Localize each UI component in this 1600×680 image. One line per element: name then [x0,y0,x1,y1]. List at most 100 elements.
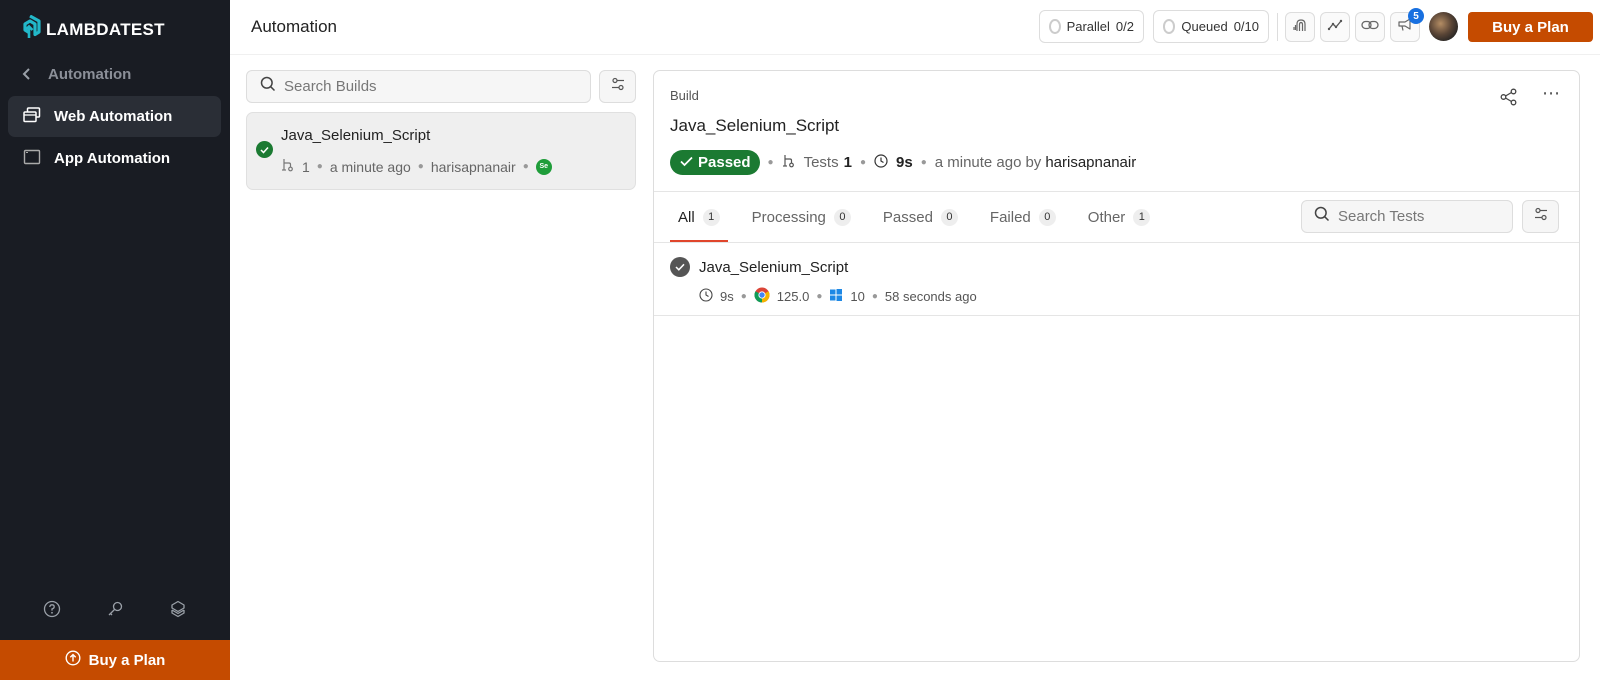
buy-plan-label: Buy a Plan [88,651,166,669]
search-icon [1314,206,1330,227]
build-test-count: 1 [302,158,310,175]
sidebar-buy-plan-button[interactable]: Buy a Plan [0,640,230,680]
separator: ● [522,161,529,172]
separator: ● [871,291,878,302]
build-title: Java_Selenium_Script [670,116,840,135]
by-label: by [1025,154,1042,171]
build-user: harisapnanair [1045,154,1137,171]
share-icon[interactable] [1499,87,1519,107]
header-buy-plan-button[interactable]: Buy a Plan [1468,12,1593,42]
separator: ● [920,157,927,168]
tab-label: Other [1087,208,1126,226]
header-divider [1277,13,1278,41]
tab-count: 1 [1133,208,1151,226]
link-button[interactable] [1355,12,1385,42]
queued-sessions-indicator[interactable]: Queued 0/10 [1153,10,1269,43]
tab-count: 0 [1038,208,1056,226]
search-builds-input[interactable] [284,78,590,95]
integrations-icon[interactable] [169,600,187,618]
os-version: 10 [850,289,865,304]
build-time: a minute ago [329,158,411,175]
queued-status-icon [1163,19,1176,34]
passed-status-icon [256,141,273,158]
build-status-row: Passed ● Tests 1 ● 9s ● a minute ago by … [670,150,1136,175]
tab-other[interactable]: Other 1 [1080,192,1159,242]
separator: ● [316,161,323,172]
tab-all[interactable]: All 1 [670,192,728,242]
tab-label: Failed [989,208,1031,226]
brand-name: LAMBDATEST [46,19,165,39]
browser-version: 125.0 [776,289,810,304]
clock-icon [874,153,888,172]
separator: ● [816,291,823,302]
build-list-item[interactable]: Java_Selenium_Script 1 ● a minute ago ● … [246,112,636,190]
tests-filter-button[interactable] [1522,200,1559,233]
help-icon[interactable] [43,600,61,618]
test-time: 58 seconds ago [884,289,977,304]
main-content: Automation Parallel 0/2 Queued 0/10 5 Bu… [230,0,1600,680]
app-root: LAMBDATEST Automation Web Automation App… [0,0,1600,680]
notification-count-badge: 5 [1408,8,1424,24]
page-title: Automation [251,17,337,36]
logo[interactable]: LAMBDATEST [19,14,165,44]
test-duration: 9s [720,289,734,304]
parallel-status-icon [1049,19,1061,34]
clock-icon [699,288,713,305]
parallel-sessions-indicator[interactable]: Parallel 0/2 [1039,10,1144,43]
tab-processing[interactable]: Processing 0 [744,192,859,242]
more-options-icon[interactable]: ⋯ [1542,83,1561,104]
top-bar: Automation Parallel 0/2 Queued 0/10 5 Bu… [230,0,1600,55]
parallel-label: Parallel [1066,19,1110,34]
tab-count: 0 [833,208,851,226]
chevron-left-icon [22,67,32,83]
link-icon [1361,18,1379,36]
upgrade-arrow-icon [65,650,81,670]
sidebar-item-web-automation[interactable]: Web Automation [8,96,221,137]
test-tree-icon [281,158,295,175]
search-tests-field[interactable] [1301,200,1513,233]
test-meta: 9s ● 125.0 ● 10 ● 58 seconds ago [699,287,977,306]
key-icon[interactable] [106,600,124,618]
tab-label: Processing [751,208,826,226]
separator: ● [767,157,774,168]
windows-icon [829,288,843,305]
test-list-item[interactable]: Java_Selenium_Script 9s ● 125.0 ● 10 ● 5… [654,243,1579,316]
test-name: Java_Selenium_Script [699,259,849,276]
build-name: Java_Selenium_Script [281,127,431,144]
builds-filter-button[interactable] [599,70,636,103]
tab-passed[interactable]: Passed 0 [875,192,966,242]
tab-count: 0 [940,208,958,226]
user-avatar[interactable] [1429,12,1458,41]
test-completed-icon [670,257,690,277]
build-detail-panel: Build Java_Selenium_Script ⋯ Passed ● Te… [653,70,1580,662]
filter-sliders-icon [1534,207,1548,226]
test-tree-icon [782,154,796,172]
analytics-button[interactable] [1320,12,1350,42]
build-label: Build [670,88,699,103]
app-window-icon [23,149,41,169]
queued-label: Queued [1181,19,1228,34]
tab-count: 1 [702,208,720,226]
tab-label: All [678,208,695,226]
chrome-icon [754,287,770,306]
analytics-icon [1327,18,1343,37]
tab-failed[interactable]: Failed 0 [982,192,1064,242]
windows-stack-icon [23,106,41,127]
parallel-value: 0/2 [1115,19,1134,34]
status-label: Passed [698,154,751,171]
separator: ● [417,161,424,172]
queued-value: 0/10 [1233,19,1259,34]
back-label: Automation [48,66,132,83]
back-to-automation[interactable]: Automation [22,66,131,83]
sidebar-footer-icons [0,600,230,618]
status-badge: Passed [670,150,760,175]
tunnel-button[interactable] [1285,12,1315,42]
search-tests-input[interactable] [1338,208,1512,225]
sidebar-item-app-automation[interactable]: App Automation [8,138,221,179]
selenium-icon: Se [535,158,552,175]
search-builds-field[interactable] [246,70,591,103]
filter-sliders-icon [611,77,625,96]
announcements-button[interactable]: 5 [1390,8,1424,42]
separator: ● [740,291,747,302]
lambdatest-logo-icon [19,14,41,44]
